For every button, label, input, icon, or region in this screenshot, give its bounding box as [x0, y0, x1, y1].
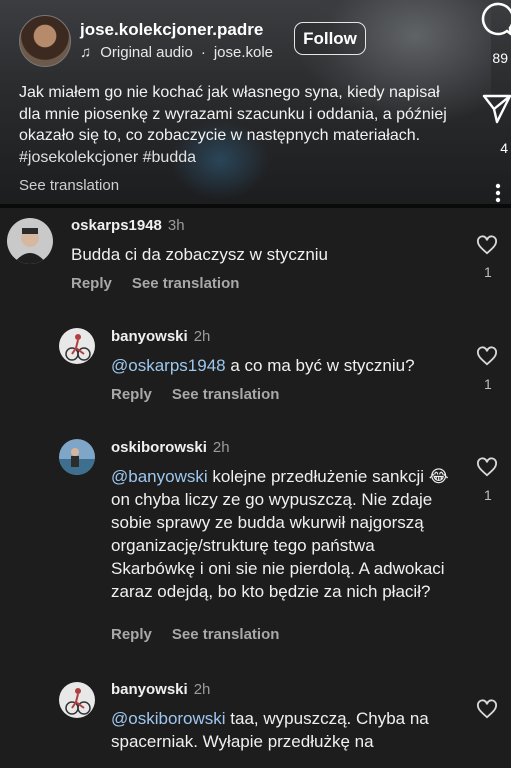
- audio-label[interactable]: ♫ Original audio · jose.kole: [80, 44, 285, 61]
- see-translation-link[interactable]: See translation: [19, 177, 119, 194]
- audio-title: Original audio: [100, 44, 193, 61]
- share-icon[interactable]: [481, 92, 511, 124]
- avatar[interactable]: [59, 328, 95, 364]
- heart-icon[interactable]: [476, 699, 498, 719]
- heart-icon[interactable]: [476, 235, 498, 255]
- comment-username[interactable]: banyowski 2h: [111, 328, 210, 345]
- comment-text: @oskiborowski taa, wypuszczą. Chyba na s…: [111, 709, 429, 751]
- like-count: 1: [484, 376, 492, 392]
- see-translation-link[interactable]: See translation: [172, 626, 280, 643]
- comment-actions: Reply See translation: [71, 275, 259, 292]
- comment-time: 3h: [167, 217, 185, 234]
- reel-caption[interactable]: Jak miałem go nie kochać jak własnego sy…: [19, 82, 449, 168]
- comment-username[interactable]: oskarps1948 3h: [71, 217, 185, 234]
- audio-owner: jose.kole: [213, 44, 274, 61]
- see-translation-link[interactable]: See translation: [132, 275, 240, 292]
- comment-icon[interactable]: [479, 0, 511, 40]
- comment-time: 2h: [212, 439, 230, 456]
- caption-hashtags[interactable]: #josekolekcjoner #budda: [19, 149, 196, 166]
- comment-username[interactable]: banyowski 2h: [111, 681, 210, 698]
- reply-button[interactable]: Reply: [111, 626, 152, 643]
- like-count: 1: [484, 264, 492, 280]
- avatar[interactable]: [59, 682, 95, 718]
- comment-text: @oskarps1948 a co ma być w styczniu?: [111, 356, 415, 375]
- comment-username[interactable]: oskiborowski 2h: [111, 439, 230, 456]
- heart-icon[interactable]: [476, 346, 498, 366]
- more-icon[interactable]: [495, 183, 501, 203]
- like-count: 1: [484, 487, 492, 503]
- audio-separator: ·: [200, 44, 206, 61]
- comments-list[interactable]: oskarps1948 3h Budda ci da zobaczysz w st…: [0, 208, 511, 768]
- reply-button[interactable]: Reply: [71, 275, 112, 292]
- comment-count: 89: [492, 50, 508, 66]
- comment-text: @banyowski kolejne przedłużenie sankcji …: [111, 467, 449, 601]
- comment-actions: Reply See translation: [111, 386, 299, 403]
- comment-actions: Reply See translation: [111, 626, 299, 643]
- comment-mention[interactable]: @banyowski: [111, 467, 208, 486]
- caption-text: Jak miałem go nie kochać jak własnego sy…: [19, 84, 447, 144]
- comment-mention[interactable]: @oskarps1948: [111, 356, 226, 375]
- music-note-icon: ♫: [80, 44, 92, 61]
- follow-button[interactable]: Follow: [294, 22, 366, 55]
- author-avatar[interactable]: [19, 15, 71, 67]
- comment-mention[interactable]: @oskiborowski: [111, 709, 226, 728]
- reply-button[interactable]: Reply: [111, 386, 152, 403]
- heart-icon[interactable]: [476, 457, 498, 477]
- comment-text: Budda ci da zobaczysz w styczniu: [71, 245, 329, 264]
- see-translation-link[interactable]: See translation: [172, 386, 280, 403]
- reel-overlay: jose.kolekcjoner.padre ♫ Original audio · j…: [0, 0, 511, 205]
- comment-time: 2h: [193, 681, 211, 698]
- avatar[interactable]: [7, 218, 53, 264]
- avatar[interactable]: [59, 439, 95, 475]
- author-username[interactable]: jose.kolekcjoner.padre: [80, 20, 263, 40]
- comment-time: 2h: [193, 328, 211, 345]
- share-count: 4: [500, 140, 508, 156]
